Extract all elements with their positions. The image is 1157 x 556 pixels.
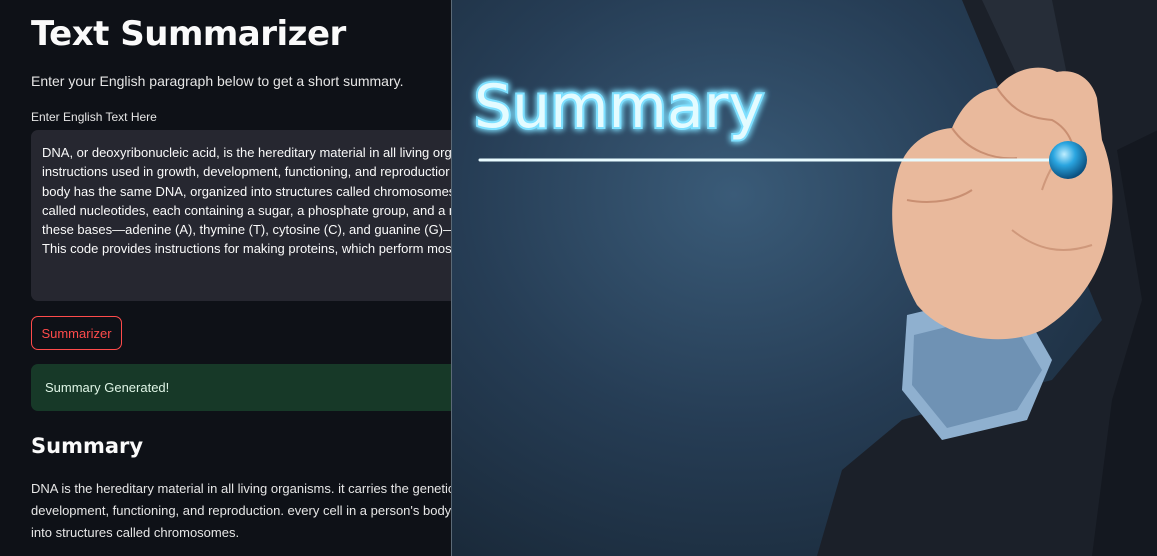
summary-heading: Summary (31, 434, 144, 458)
text-input-line: called nucleotides, each containing a su… (42, 202, 451, 218)
summary-line: development, functioning, and reproducti… (31, 503, 451, 518)
marker-tip (1049, 141, 1087, 179)
text-input-line: body has the same DNA, organized into st… (42, 183, 451, 199)
summary-line: into structures called chromosomes. (31, 525, 240, 540)
hero-image: Summary Summary (451, 0, 1157, 556)
summarizer-button[interactable]: Summarizer (31, 316, 122, 350)
summary-line: DNA is the hereditary material in all li… (31, 481, 451, 496)
hand (892, 67, 1113, 340)
summarizer-app: Text Summarizer Enter your English parag… (0, 0, 451, 556)
page-subtitle: Enter your English paragraph below to ge… (31, 73, 404, 89)
english-text-input[interactable]: DNA, or deoxyribonucleic acid, is the he… (31, 130, 451, 301)
summary-word: Summary (474, 72, 764, 142)
text-input-label: Enter English Text Here (31, 110, 157, 124)
success-alert: Summary Generated! (31, 364, 451, 411)
summary-output: DNA is the hereditary material in all li… (31, 478, 451, 544)
summary-illustration: Summary Summary (472, 0, 1157, 556)
text-input-line: instructions used in growth, development… (42, 164, 450, 180)
page-title: Text Summarizer (31, 14, 346, 54)
text-input-line: these bases—adenine (A), thymine (T), cy… (42, 222, 451, 238)
text-input-line: DNA, or deoxyribonucleic acid, is the he… (42, 145, 451, 160)
text-input-line: This code provides instructions for maki… (42, 241, 451, 257)
